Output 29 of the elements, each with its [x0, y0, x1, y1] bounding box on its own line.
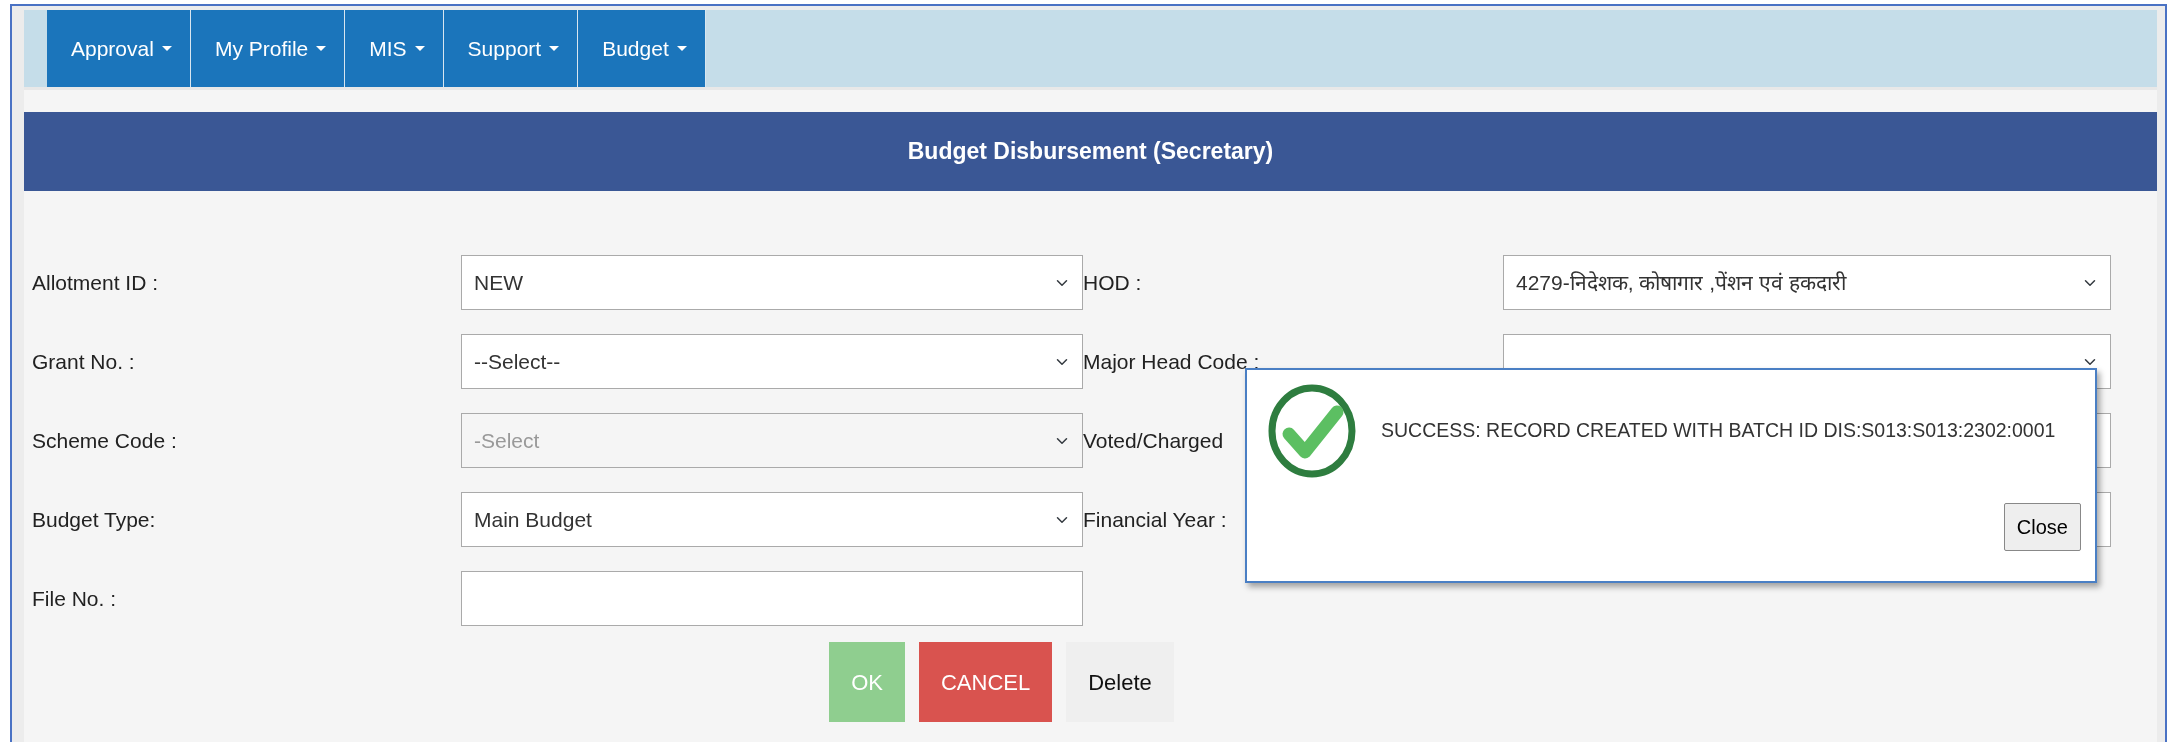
caret-icon: [676, 46, 687, 51]
caret-icon: [161, 46, 172, 51]
select-field[interactable]: NEW: [461, 255, 1083, 310]
field-label: Financial Year :: [1083, 506, 1227, 533]
checkmark-icon: [1267, 384, 1357, 478]
field-label: Voted/Charged: [1083, 427, 1224, 454]
caret-icon: [549, 46, 560, 51]
field-label: Grant No. :: [32, 348, 135, 375]
menu-tab[interactable]: MIS: [345, 10, 444, 87]
success-message: SUCCESS: RECORD CREATED WITH BATCH ID DIS:S013:S013:2302:0001: [1381, 418, 2056, 444]
menu-tab[interactable]: Budget: [578, 10, 706, 87]
caret-icon: [414, 46, 425, 51]
input-field[interactable]: [461, 571, 1083, 626]
field-label: HOD :: [1083, 269, 1142, 296]
cancel-button[interactable]: CANCEL: [918, 642, 1053, 722]
caret-icon: [316, 46, 327, 51]
field-label: File No. :: [32, 585, 117, 612]
close-button[interactable]: Close: [2003, 503, 2081, 551]
menu-tab[interactable]: Support: [443, 10, 579, 87]
menu-tab[interactable]: Approval: [47, 10, 191, 87]
select-field[interactable]: --Select--: [461, 334, 1083, 389]
select-field[interactable]: Main Budget: [461, 492, 1083, 547]
field-label: Allotment ID :: [32, 269, 159, 296]
page-title: Budget Disbursement (Secretary): [24, 112, 2157, 191]
menu-tab[interactable]: My Profile: [190, 10, 346, 87]
delete-button[interactable]: Delete: [1066, 642, 1174, 722]
field-label: Scheme Code :: [32, 427, 177, 454]
field-label: Budget Type:: [32, 506, 156, 533]
select-field[interactable]: 4279-निदेशक, कोषागार ,पेंशन एवं हकदारी: [1503, 255, 2111, 310]
